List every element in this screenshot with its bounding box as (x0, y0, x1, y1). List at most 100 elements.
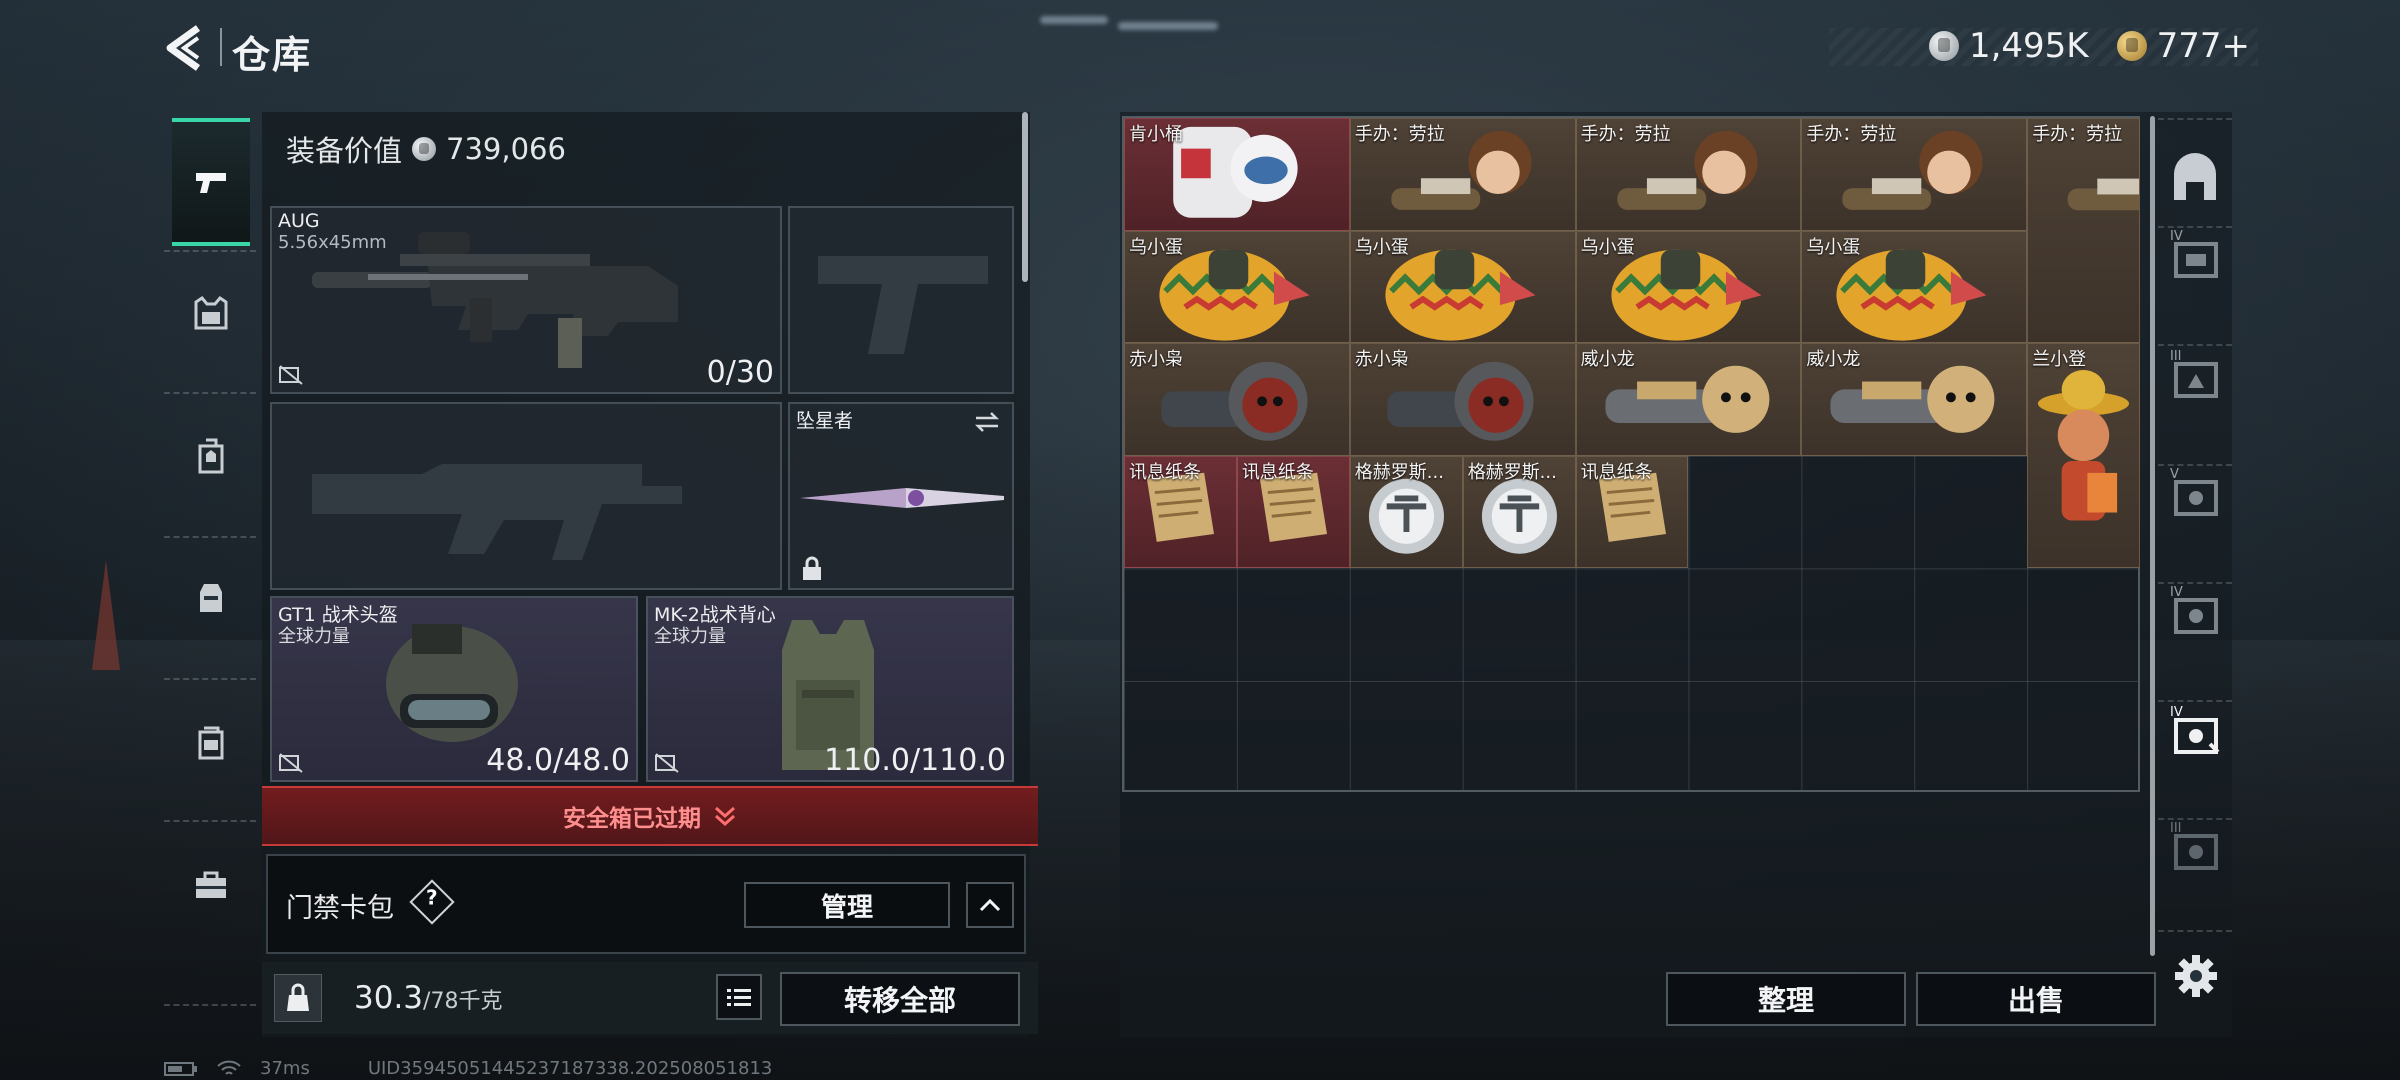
helmet-image (386, 624, 518, 742)
secondary-primary-slot[interactable] (270, 402, 782, 590)
vest-durability: 110.0/110.0 (824, 743, 1006, 778)
weight-bag-icon (274, 974, 322, 1022)
swap-icon[interactable] (972, 410, 1002, 434)
melee-name: 坠星者 (796, 410, 854, 432)
container-tier-v-icon: V (2170, 467, 2218, 516)
nav-toolbox[interactable] (172, 820, 250, 950)
aug-rifle-image (312, 232, 678, 368)
container-tier-iv-icon: IV (2170, 229, 2218, 278)
helmet-slot[interactable]: GT1 战术头盔 全球力量 48.0/48.0 (270, 596, 638, 782)
storage-item[interactable]: 手办：劳拉 (1801, 118, 2028, 231)
storage-item[interactable]: 手办：劳拉 (2027, 118, 2141, 344)
storage-grid[interactable]: 肯小桶 手办：劳拉 手办：劳拉 手办：劳拉 手办：劳拉 乌小蛋 乌小蛋 乌小蛋 乌小蛋 赤小枭 赤小… (1122, 116, 2141, 792)
ceiling-light (1118, 22, 1218, 30)
secondary-weapon-slot[interactable] (788, 206, 1014, 394)
svg-text:IV: IV (2170, 229, 2183, 244)
storage-item-label: 乌小蛋 (1580, 236, 1635, 258)
storage-page-nav: IV III V IV IV III (2158, 112, 2232, 992)
melee-slot[interactable]: 坠星者 (788, 402, 1014, 590)
svg-text:IV: IV (2170, 585, 2183, 600)
blade-image (800, 488, 1004, 508)
storage-item[interactable]: 讯息纸条 (1236, 455, 1350, 569)
currency-bar: 1,495K 777+ (1828, 26, 2258, 66)
uid-text: UID35945051445237187338.202508051813 (367, 1058, 773, 1079)
gold-coin-value[interactable]: 777+ (2157, 26, 2250, 66)
nav-chest-rig[interactable] (172, 534, 250, 664)
ping-value: 37ms (260, 1058, 310, 1079)
back-button[interactable] (160, 22, 210, 74)
storage-item-label: 乌小蛋 (1806, 236, 1861, 258)
traffic-cone (92, 560, 120, 670)
storage-item[interactable]: 乌小蛋 (1349, 230, 1576, 344)
list-icon (727, 989, 751, 1006)
storage-item-label: 乌小蛋 (1354, 236, 1409, 258)
storage-item-label: 讯息纸条 (1241, 461, 1314, 483)
storage-item-label: 手办：劳拉 (1806, 124, 1897, 145)
storage-item[interactable]: 手办：劳拉 (1575, 118, 1802, 231)
storage-item[interactable]: 手办：劳拉 (1349, 118, 1576, 231)
storage-item[interactable]: 肯小桶 (1124, 118, 1350, 231)
storage-item-label: 手办：劳拉 (1580, 124, 1671, 145)
storage-page-2[interactable]: IV (2166, 226, 2224, 284)
primary-weapon-slot[interactable]: AUG 5.56x45mm 0/30 (270, 206, 782, 394)
safebox-icon (198, 726, 224, 760)
storage-item[interactable]: 格赫罗斯... (1462, 455, 1576, 569)
equipment-value: 装备价值 739,066 (286, 128, 566, 170)
storage-home-tab[interactable] (2166, 148, 2224, 206)
backpack-icon (198, 438, 224, 474)
storage-item-label: 威小龙 (1806, 349, 1861, 371)
no-insurance-icon (279, 753, 303, 773)
storage-item[interactable]: 格赫罗斯... (1349, 455, 1463, 569)
help-mark: ? (426, 885, 438, 910)
storage-page-7[interactable]: III (2166, 818, 2224, 876)
keycard-bag-label: 门禁卡包 (286, 893, 394, 924)
collapse-button[interactable] (966, 882, 1014, 928)
storage-scrollbar[interactable] (2150, 116, 2155, 956)
weapon-ammo: 0/30 (706, 355, 774, 390)
svg-text:V: V (2170, 467, 2179, 482)
toolbox-icon (196, 871, 226, 898)
weight-bar: 30.3/78千克 转移全部 (262, 962, 1038, 1034)
settings-gear-icon[interactable] (2173, 953, 2219, 999)
nav-vest[interactable] (172, 248, 250, 378)
storage-item[interactable]: 赤小枭 (1349, 343, 1576, 456)
rifle-placeholder-icon (312, 464, 682, 560)
storage-item-label: 格赫罗斯... (1354, 461, 1444, 483)
storage-page-4[interactable]: V (2166, 464, 2224, 522)
gold-coin-icon (2116, 31, 2147, 61)
storage-item[interactable]: 威小龙 (1575, 343, 1802, 456)
sell-button[interactable]: 出售 (1916, 972, 2156, 1026)
loadout-scrollbar[interactable] (1022, 112, 1028, 282)
manage-button[interactable]: 管理 (744, 882, 950, 928)
storage-page-3[interactable]: III (2166, 346, 2224, 404)
storage-item-label: 肯小桶 (1129, 124, 1183, 145)
storage-page-5[interactable]: IV (2166, 582, 2224, 640)
storage-item[interactable]: 赤小枭 (1124, 343, 1350, 456)
list-view-button[interactable] (716, 974, 762, 1020)
sort-button[interactable]: 整理 (1666, 972, 1906, 1026)
nav-divider (2158, 118, 2232, 120)
transfer-all-button[interactable]: 转移全部 (780, 972, 1020, 1026)
equip-value-amount: 739,066 (446, 132, 566, 166)
container-tier-iv-active-icon: IV (2170, 705, 2220, 754)
storage-item[interactable]: 乌小蛋 (1575, 230, 1802, 344)
storage-item-label: 格赫罗斯... (1467, 461, 1557, 483)
storage-item[interactable]: 讯息纸条 (1124, 455, 1237, 569)
safebox-expired-banner[interactable]: 安全箱已过期 (262, 786, 1038, 846)
help-button[interactable]: ? (409, 879, 455, 925)
storage-item[interactable]: 兰小登 (2027, 343, 2141, 569)
nav-weapons[interactable] (172, 118, 250, 246)
nav-backpack[interactable] (172, 392, 250, 522)
storage-item[interactable]: 乌小蛋 (1124, 230, 1350, 344)
nav-divider (2158, 930, 2232, 932)
vest-slot[interactable]: MK-2战术背心 全球力量 110.0/110.0 (646, 596, 1014, 782)
nav-safebox[interactable] (172, 678, 250, 808)
weight-value: 30.3 (354, 980, 424, 1016)
title-separator (220, 28, 222, 66)
storage-item[interactable]: 讯息纸条 (1575, 455, 1689, 569)
storage-page-6[interactable]: IV (2166, 702, 2224, 760)
storage-item[interactable]: 乌小蛋 (1801, 230, 2028, 344)
container-tier-iv-icon: IV (2170, 585, 2218, 634)
storage-item[interactable]: 威小龙 (1801, 343, 2028, 456)
storage-item-label: 讯息纸条 (1580, 461, 1653, 483)
